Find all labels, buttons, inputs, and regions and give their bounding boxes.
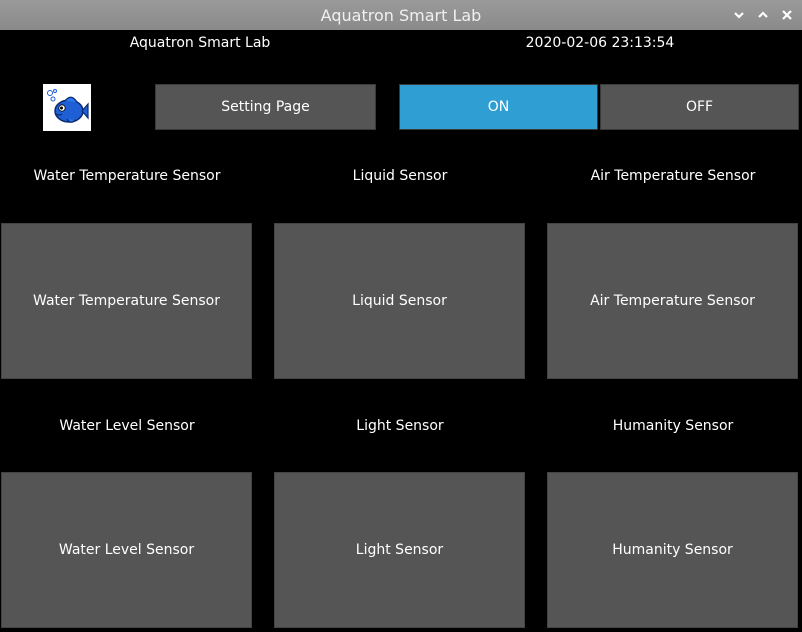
window-title: Aquatron Smart Lab (320, 5, 482, 25)
minimize-icon[interactable] (730, 6, 748, 24)
window-titlebar[interactable]: Aquatron Smart Lab (0, 0, 802, 30)
close-icon[interactable] (778, 6, 796, 24)
light-sensor-label: Light Sensor (356, 418, 444, 434)
on-button[interactable]: ON (399, 84, 598, 130)
water-level-tile[interactable]: Water Level Sensor (1, 472, 252, 628)
water-temperature-tile[interactable]: Water Temperature Sensor (1, 223, 252, 379)
maximize-icon[interactable] (754, 6, 772, 24)
humanity-sensor-label: Humanity Sensor (612, 418, 734, 434)
humanity-sensor-tile[interactable]: Humanity Sensor (547, 472, 798, 628)
app-logo (43, 84, 91, 131)
fish-icon (47, 88, 89, 123)
liquid-sensor-label: Liquid Sensor (352, 168, 448, 184)
light-sensor-tile[interactable]: Light Sensor (274, 472, 525, 628)
app-title: Aquatron Smart Lab (129, 35, 271, 51)
water-temperature-label: Water Temperature Sensor (33, 168, 221, 184)
window-controls (730, 0, 796, 30)
liquid-sensor-tile[interactable]: Liquid Sensor (274, 223, 525, 379)
air-temperature-label: Air Temperature Sensor (590, 168, 756, 184)
main-content: Aquatron Smart Lab 2020-02-06 23:13:54 S… (0, 30, 802, 632)
off-button[interactable]: OFF (600, 84, 799, 130)
air-temperature-tile[interactable]: Air Temperature Sensor (547, 223, 798, 379)
datetime-display: 2020-02-06 23:13:54 (525, 35, 675, 51)
water-level-label: Water Level Sensor (59, 418, 195, 434)
setting-page-button[interactable]: Setting Page (155, 84, 376, 130)
